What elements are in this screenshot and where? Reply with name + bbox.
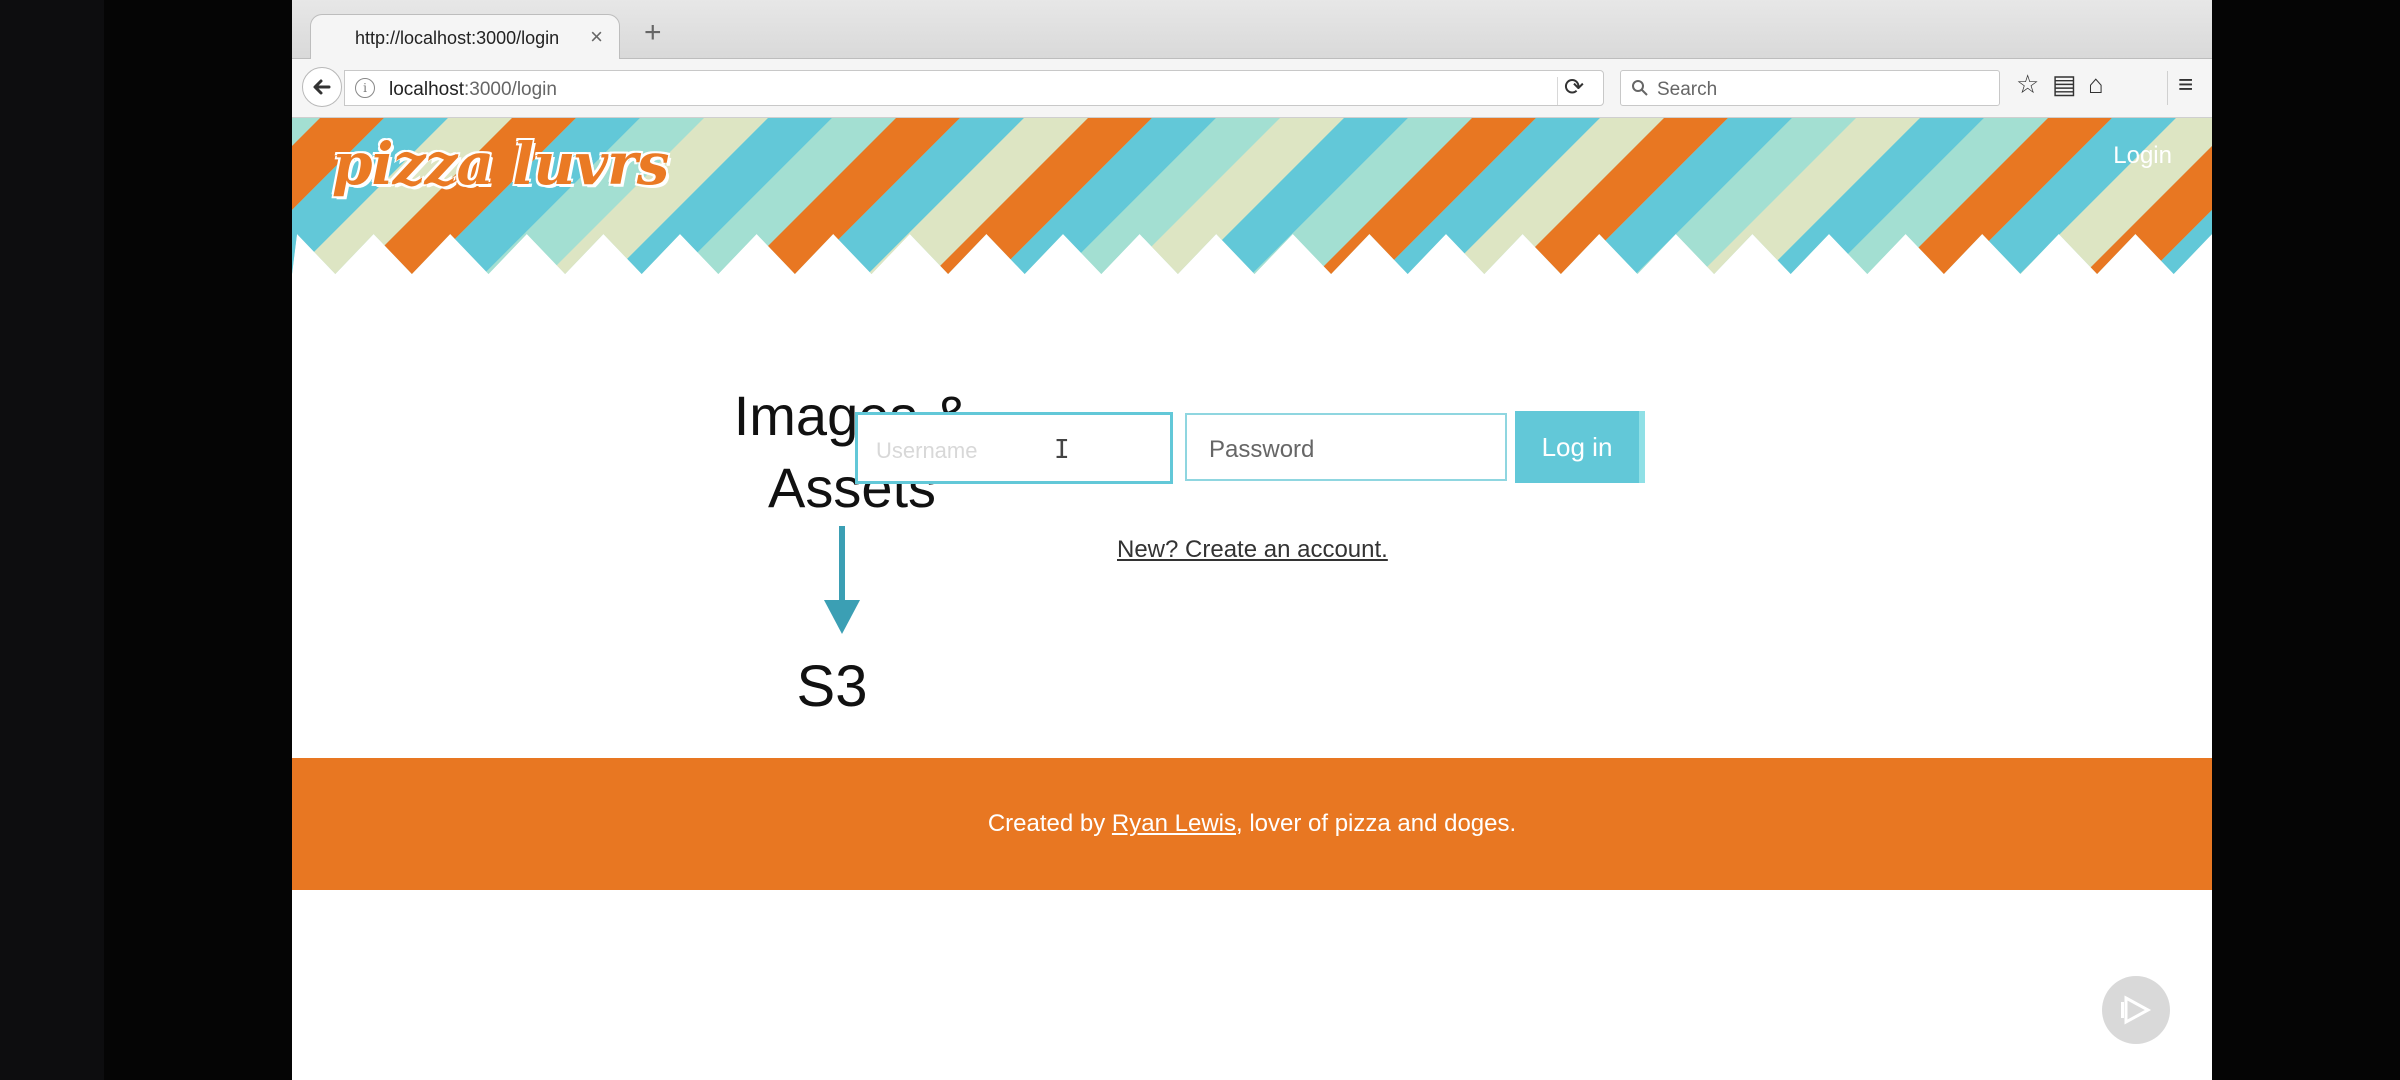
left-margin: [0, 0, 104, 1080]
reload-icon[interactable]: ⟳: [1564, 73, 1584, 102]
tab-close-icon[interactable]: ×: [590, 24, 603, 50]
search-icon: [1632, 80, 1648, 96]
menu-icon[interactable]: ≡: [2178, 71, 2193, 97]
web-page: pizza luvrs Login Images & Assets S3 Use…: [292, 118, 2212, 1080]
tab-strip: http://localhost:3000/login × +: [292, 0, 2212, 59]
player-play-button[interactable]: [2102, 976, 2170, 1044]
tab-title: http://localhost:3000/login: [355, 28, 560, 48]
footer-text: Created by Ryan Lewis, lover of pizza an…: [292, 810, 2212, 838]
login-button[interactable]: Log in: [1515, 411, 1645, 483]
browser-window: http://localhost:3000/login × + i localh…: [292, 0, 2212, 1080]
right-letterbox: [2212, 0, 2400, 1080]
address-divider: [1557, 77, 1558, 105]
back-arrow-icon: [313, 79, 331, 95]
username-placeholder: Username: [876, 438, 978, 463]
home-icon[interactable]: ⌂: [2088, 71, 2104, 97]
bookmark-star-icon[interactable]: ☆: [2016, 71, 2039, 97]
text-cursor-icon: I: [1054, 435, 1070, 465]
left-letterbox: [104, 0, 292, 1080]
url-text: localhost:3000/login: [389, 79, 557, 101]
footer-prefix: Created by: [987, 810, 1112, 837]
site-logo[interactable]: pizza luvrs: [332, 130, 669, 198]
url-path: :3000/login: [464, 79, 557, 100]
create-account-link[interactable]: New? Create an account.: [1117, 536, 1388, 564]
back-button[interactable]: [302, 67, 342, 107]
footer-suffix: , lover of pizza and doges.: [1235, 810, 1517, 837]
reading-list-icon[interactable]: ▤: [2052, 71, 2077, 97]
search-bar[interactable]: Search: [1620, 70, 2000, 106]
new-tab-icon[interactable]: +: [644, 18, 662, 48]
site-footer: Created by Ryan Lewis, lover of pizza an…: [292, 758, 2212, 890]
nav-login-link[interactable]: Login: [2113, 142, 2172, 170]
nav-bar: i localhost:3000/login ⟳ Search ☆ ▤ ⌂ ≡: [292, 59, 2212, 118]
search-input[interactable]: Search: [1657, 79, 1717, 101]
active-tab[interactable]: http://localhost:3000/login ×: [310, 14, 620, 59]
url-host: localhost: [389, 79, 464, 100]
play-icon: [2121, 995, 2152, 1025]
arrow-down-icon: [824, 526, 860, 634]
password-placeholder: Password: [1209, 436, 1315, 463]
info-icon[interactable]: i: [355, 78, 375, 98]
toolbar-separator: [2167, 71, 2168, 105]
address-bar[interactable]: i localhost:3000/login: [344, 70, 1604, 106]
overlay-s3-label: S3: [796, 654, 868, 719]
password-input[interactable]: Password: [1185, 413, 1507, 481]
footer-author-link[interactable]: Ryan Lewis: [1112, 810, 1236, 837]
username-input[interactable]: Username I: [855, 412, 1173, 484]
